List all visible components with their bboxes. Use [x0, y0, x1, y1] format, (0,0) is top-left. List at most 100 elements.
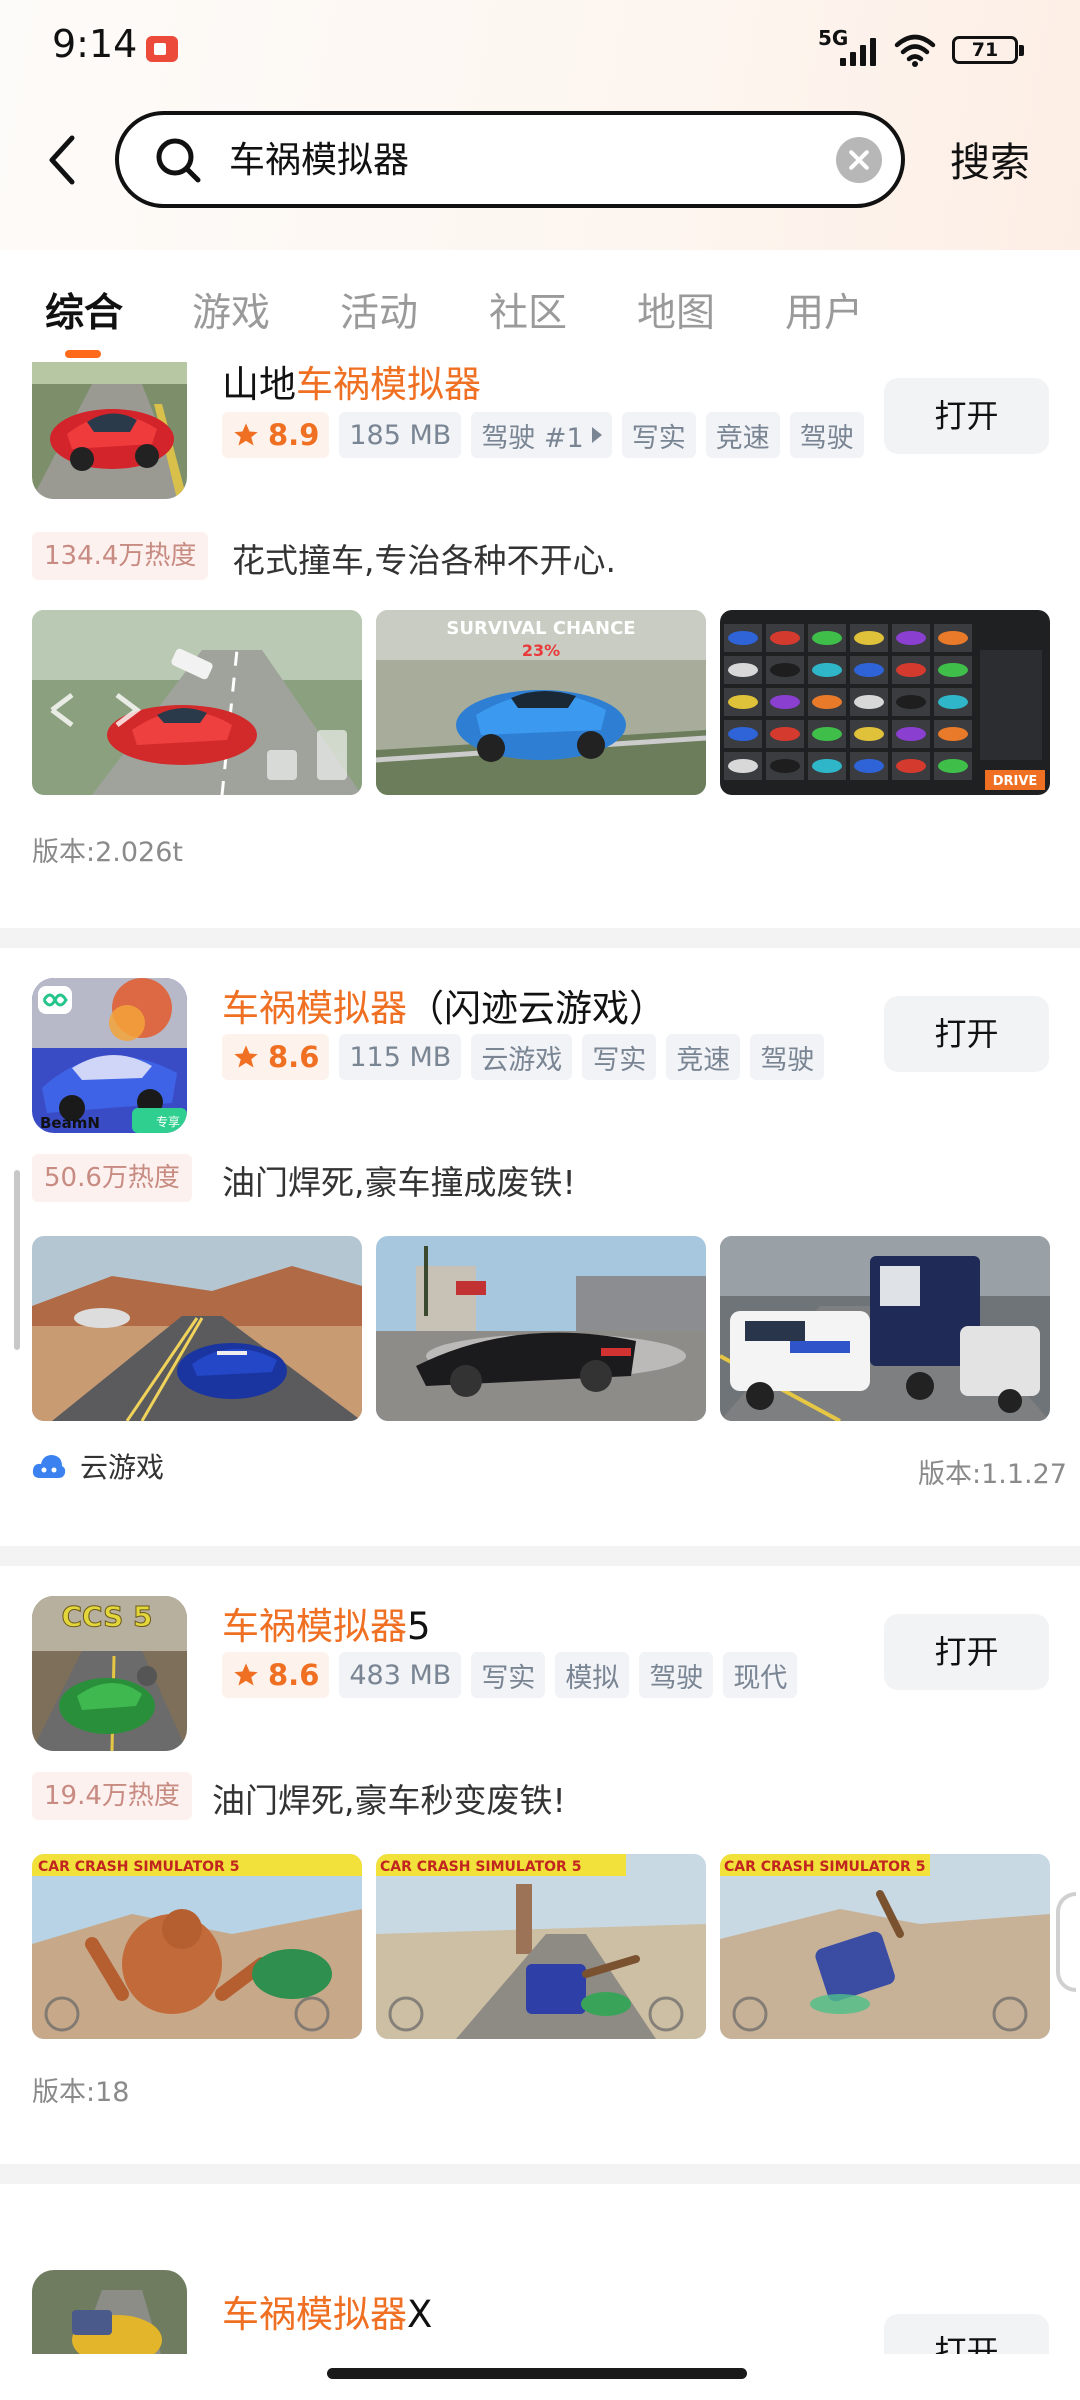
- title-highlight: 车祸模拟器: [222, 1605, 407, 1648]
- heat-badge: 19.4万热度: [32, 1772, 192, 1820]
- status-bar: 9:14 5G 71: [0, 0, 1080, 100]
- genre-tag: 云游戏: [471, 1034, 573, 1080]
- screenshot[interactable]: SURVIVAL CHANCE 23%: [376, 610, 706, 795]
- rating-value: 8.6: [268, 1040, 320, 1074]
- screenshot-caption: DRIVE: [993, 774, 1038, 789]
- title-suffix: X: [407, 2293, 433, 2336]
- heat-badge: 134.4万热度: [32, 532, 209, 580]
- genre-tag: 写实: [582, 1034, 657, 1080]
- app-meta: 8.6 115 MB 云游戏 写实 竞速 驾驶: [222, 1034, 825, 1080]
- genre-tag: 写实: [621, 412, 696, 458]
- rating-badge: 8.9: [222, 412, 330, 458]
- search-box[interactable]: 车祸模拟器: [115, 111, 905, 208]
- edge-swipe-handle[interactable]: [1056, 1892, 1076, 1992]
- open-button[interactable]: 打开: [884, 1614, 1049, 1690]
- open-button[interactable]: 打开: [884, 2314, 1049, 2354]
- genre-tag: 驾驶: [789, 412, 864, 458]
- scrollbar-thumb[interactable]: [14, 1170, 20, 1350]
- category-tabs: 综合 游戏 活动 社区 地图 用户: [0, 270, 1080, 360]
- result-card[interactable]: 车祸模拟器X 打开: [0, 2184, 1080, 2354]
- icon-text: CCS 5: [61, 1600, 152, 1633]
- heat-badge: 50.6万热度: [32, 1154, 192, 1202]
- screenshot-strip[interactable]: SURVIVAL CHANCE 23% DRIVE: [32, 610, 1050, 795]
- star-icon: [234, 1663, 258, 1686]
- survival-percent: 23%: [522, 641, 560, 660]
- screenshot-caption: CAR CRASH SIMULATOR 5: [380, 1859, 581, 1875]
- app-icon[interactable]: 专享 BeamN: [32, 978, 187, 1133]
- search-input[interactable]: 车祸模拟器: [229, 133, 789, 189]
- tab-events[interactable]: 活动: [340, 282, 418, 338]
- rank-tag[interactable]: 驾驶 #1: [471, 412, 612, 458]
- title-highlight: 车祸模拟器: [222, 987, 407, 1030]
- card-divider: [0, 2164, 1080, 2184]
- star-icon: [234, 1045, 258, 1068]
- screenshot[interactable]: [32, 610, 362, 795]
- screenshot-strip[interactable]: CAR CRASH SIMULATOR 5 CAR CRASH SIMULATO…: [32, 1854, 1050, 2039]
- screenshot-caption: CAR CRASH SIMULATOR 5: [724, 1859, 925, 1875]
- rank-tag-label: 驾驶 #1: [481, 422, 584, 454]
- title-suffix: （闪迹云游戏）: [407, 987, 666, 1030]
- app-title[interactable]: 车祸模拟器5: [222, 1596, 431, 1650]
- result-card[interactable]: CCS 5 车祸模拟器5 8.6 483 MB 写实 模拟 驾驶 现代 打开 1…: [0, 1566, 1080, 2164]
- app-title[interactable]: 车祸模拟器X: [222, 2284, 432, 2338]
- active-tab-indicator: [65, 350, 101, 358]
- screenshot[interactable]: [32, 1236, 362, 1421]
- clear-search-icon[interactable]: [836, 137, 882, 183]
- results-list[interactable]: 山地车祸模拟器 8.9 185 MB 驾驶 #1 写实 竞速 驾驶 打开 134…: [0, 362, 1080, 2354]
- tab-all[interactable]: 综合: [45, 282, 123, 338]
- status-time: 9:14: [52, 22, 138, 66]
- screenshot[interactable]: [720, 1236, 1050, 1421]
- app-version: 版本:2.026t: [32, 837, 183, 868]
- battery-icon: 71: [952, 36, 1024, 64]
- app-icon[interactable]: [32, 2270, 187, 2354]
- screen-record-icon: [146, 36, 178, 62]
- play-triangle-icon: [591, 427, 602, 443]
- cloud-game-text: 云游戏: [80, 1451, 165, 1484]
- rating-value: 8.9: [268, 418, 320, 452]
- app-slogan: 花式撞车,专治各种不开心.: [232, 541, 616, 580]
- app-meta: 8.6 483 MB 写实 模拟 驾驶 现代: [222, 1652, 798, 1698]
- app-icon[interactable]: [32, 362, 187, 499]
- open-button[interactable]: 打开: [884, 996, 1049, 1072]
- wifi-icon: [894, 34, 936, 67]
- size-tag: 483 MB: [339, 1652, 462, 1698]
- card-divider: [0, 928, 1080, 948]
- tab-community[interactable]: 社区: [489, 282, 567, 338]
- screenshot-caption: SURVIVAL CHANCE: [446, 618, 635, 639]
- search-button[interactable]: 搜索: [950, 130, 1030, 188]
- screenshot[interactable]: CAR CRASH SIMULATOR 5: [376, 1854, 706, 2039]
- tab-maps[interactable]: 地图: [637, 282, 715, 338]
- home-indicator[interactable]: [327, 2368, 747, 2379]
- app-title[interactable]: 车祸模拟器（闪迹云游戏）: [222, 978, 666, 1032]
- app-icon[interactable]: CCS 5: [32, 1596, 187, 1751]
- screenshot[interactable]: DRIVE: [720, 610, 1050, 795]
- open-button[interactable]: 打开: [884, 378, 1049, 454]
- cellular-signal-icon: [840, 36, 882, 66]
- result-card[interactable]: 山地车祸模拟器 8.9 185 MB 驾驶 #1 写实 竞速 驾驶 打开 134…: [0, 362, 1080, 910]
- genre-tag: 现代: [723, 1652, 798, 1698]
- icon-text: BeamN: [40, 1114, 100, 1132]
- tab-users[interactable]: 用户: [785, 282, 863, 338]
- title-suffix: 5: [407, 1605, 431, 1648]
- screenshot[interactable]: [376, 1236, 706, 1421]
- screenshot-strip[interactable]: [32, 1236, 1050, 1421]
- size-tag: 185 MB: [339, 412, 462, 458]
- rating-badge: 8.6: [222, 1034, 330, 1080]
- icon-badge: 专享: [156, 1114, 180, 1129]
- star-icon: [234, 423, 258, 446]
- screenshot[interactable]: CAR CRASH SIMULATOR 5: [720, 1854, 1050, 2039]
- genre-tag: 模拟: [555, 1652, 630, 1698]
- screenshot-caption: CAR CRASH SIMULATOR 5: [38, 1859, 239, 1875]
- app-title[interactable]: 山地车祸模拟器: [222, 362, 481, 408]
- genre-tag: 竞速: [666, 1034, 741, 1080]
- tab-games[interactable]: 游戏: [192, 282, 270, 338]
- rating-value: 8.6: [268, 1658, 320, 1692]
- card-divider: [0, 1546, 1080, 1566]
- search-icon: [156, 138, 201, 183]
- result-card[interactable]: 专享 BeamN 车祸模拟器（闪迹云游戏） 8.6 115 MB 云游戏 写实 …: [0, 948, 1080, 1546]
- size-tag: 115 MB: [339, 1034, 462, 1080]
- back-arrow-icon[interactable]: [40, 130, 84, 190]
- screenshot[interactable]: CAR CRASH SIMULATOR 5: [32, 1854, 362, 2039]
- title-highlight: 车祸模拟器: [222, 2293, 407, 2336]
- title-prefix: 山地: [222, 363, 296, 406]
